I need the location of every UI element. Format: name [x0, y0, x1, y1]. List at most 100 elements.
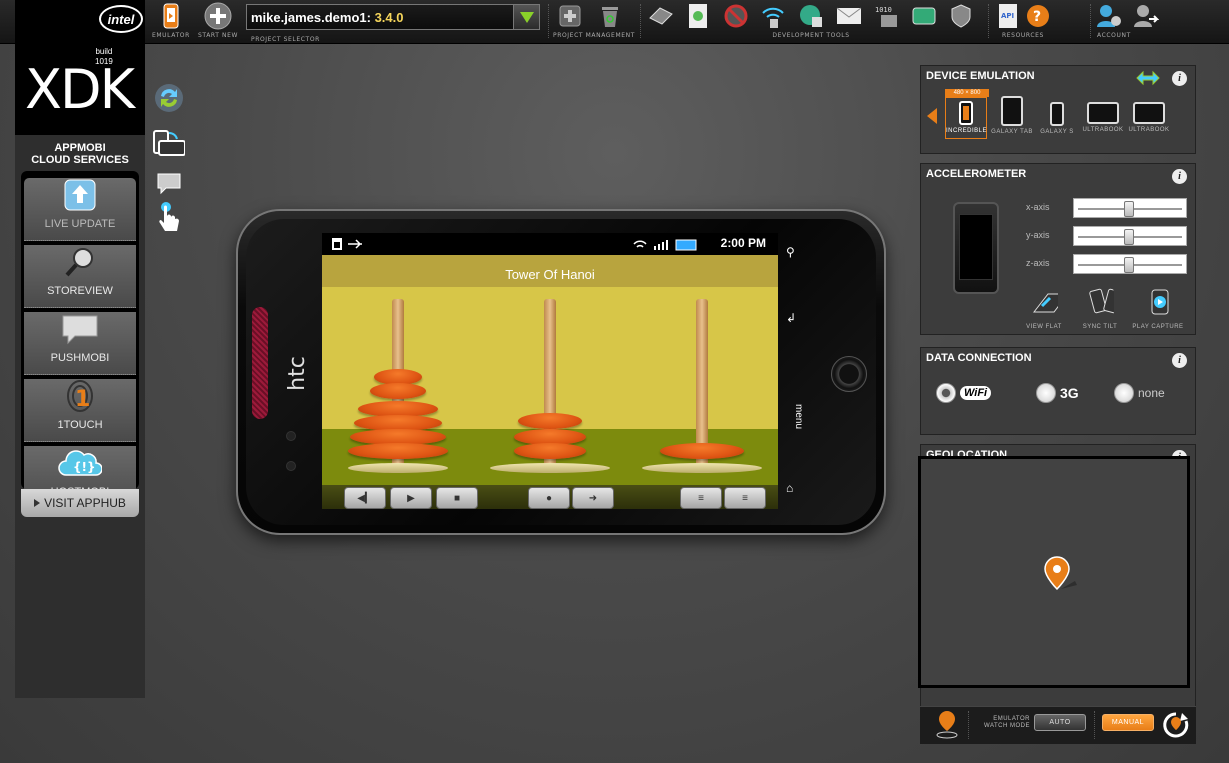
- svg-text:1010: 1010: [875, 6, 892, 14]
- 3g-radio[interactable]: [1036, 383, 1056, 403]
- device-galaxy-s[interactable]: GALAXY S: [1036, 96, 1078, 135]
- device-label: ULTRABOOK: [1082, 127, 1124, 133]
- storeview-item[interactable]: STOREVIEW: [24, 245, 136, 308]
- z-axis-slider[interactable]: [1073, 254, 1187, 274]
- device-incredible[interactable]: INCREDIBLE: [945, 97, 987, 139]
- auto-button[interactable]: AUTO: [1034, 714, 1086, 731]
- android-doc-icon[interactable]: [684, 2, 714, 30]
- project-selector[interactable]: mike.james.demo1: 3.4.0: [246, 4, 540, 30]
- peg-base: [348, 463, 448, 473]
- cloud-icon: {!}: [58, 446, 102, 480]
- build-tool-icon[interactable]: [646, 2, 676, 30]
- device-galaxy-tab[interactable]: GALAXY TAB: [991, 96, 1033, 135]
- slow-button[interactable]: ●: [528, 487, 570, 509]
- disk[interactable]: [660, 443, 744, 459]
- laptop-icon: [1087, 102, 1119, 124]
- 3g-label: 3G: [1060, 385, 1079, 401]
- phone-menu-button[interactable]: menu: [793, 404, 804, 429]
- phone-trackball[interactable]: [831, 356, 867, 392]
- play-capture-icon: [1151, 289, 1169, 315]
- live-update-item[interactable]: LIVE UPDATE: [24, 178, 136, 241]
- disk[interactable]: [370, 383, 426, 399]
- logout-icon[interactable]: [1132, 2, 1160, 30]
- prev-button[interactable]: ◀▎: [344, 487, 386, 509]
- debug-gear-icon[interactable]: [721, 2, 751, 30]
- manual-button[interactable]: MANUAL: [1102, 714, 1154, 731]
- none-option[interactable]: none: [1114, 383, 1165, 403]
- x-axis-slider[interactable]: [1073, 198, 1187, 218]
- device-label: GALAXY TAB: [991, 129, 1033, 135]
- none-radio[interactable]: [1114, 383, 1134, 403]
- 3g-option[interactable]: 3G: [1036, 383, 1079, 403]
- scroll-left-arrow-icon[interactable]: [927, 108, 937, 124]
- message-button[interactable]: [153, 168, 185, 200]
- rotate-phone-icon: [153, 130, 185, 156]
- play-capture-label: PLAY CAPTURE: [1132, 324, 1184, 330]
- phone-screen[interactable]: 2:00 PM Tower Of Hanoi ◀▎ ▶ ■ ● ➜ ≡ ≡: [322, 233, 778, 509]
- visit-apphub-button[interactable]: VISIT APPHUB: [21, 489, 139, 517]
- rotate-device-button[interactable]: [153, 82, 185, 114]
- shield-icon[interactable]: [947, 2, 977, 30]
- wifi-test-icon[interactable]: [759, 2, 789, 30]
- add-project-icon[interactable]: [558, 2, 582, 30]
- phone-home-soft-button[interactable]: ⌂: [786, 481, 793, 495]
- world-sync-icon[interactable]: [796, 2, 826, 30]
- accelerometer-phone-preview[interactable]: [953, 202, 999, 294]
- play-button[interactable]: ▶: [390, 487, 432, 509]
- build-label: build: [95, 47, 113, 56]
- game-controls: ◀▎ ▶ ■ ● ➜ ≡ ≡: [322, 485, 778, 509]
- xdk-logo: XDK: [25, 58, 135, 121]
- disk[interactable]: [514, 443, 586, 459]
- project-dropdown-button[interactable]: [513, 5, 539, 29]
- separator: [968, 711, 969, 739]
- stack-tool-icon[interactable]: [909, 2, 939, 30]
- sync-tilt-button[interactable]: SYNC TILT: [1070, 288, 1130, 330]
- account-settings-icon[interactable]: [1095, 2, 1123, 30]
- fast-button[interactable]: ➜: [572, 487, 614, 509]
- y-axis-slider[interactable]: [1073, 226, 1187, 246]
- info-icon[interactable]: i: [1172, 169, 1187, 184]
- y-axis-label: y-axis: [1026, 230, 1050, 240]
- binary-code-icon[interactable]: 1010: [871, 2, 901, 30]
- geolocation-map[interactable]: [918, 456, 1190, 688]
- swap-orientation-icon[interactable]: [1135, 70, 1161, 91]
- pushmobi-item[interactable]: PUSHMOBI: [24, 312, 136, 375]
- slider-thumb[interactable]: [1124, 201, 1134, 217]
- info-icon[interactable]: i: [1172, 71, 1187, 86]
- phone-search-button[interactable]: ⚲: [786, 245, 795, 259]
- play-capture-button[interactable]: PLAY CAPTURE: [1128, 288, 1188, 330]
- touch-button[interactable]: [153, 202, 185, 234]
- wifi-option[interactable]: WiFi: [936, 383, 992, 403]
- mail-icon[interactable]: [834, 2, 864, 30]
- refresh-location-icon[interactable]: [1162, 711, 1190, 739]
- storeview-label: STOREVIEW: [47, 285, 113, 297]
- wifi-radio[interactable]: [936, 383, 956, 403]
- cloud-services-title: APPMOBI CLOUD SERVICES: [15, 142, 145, 166]
- logo-panel: intel build 1019 XDK: [15, 0, 145, 135]
- sensor-dot: [286, 431, 296, 441]
- disk[interactable]: [518, 413, 582, 429]
- device-label: ULTRABOOK: [1128, 127, 1170, 133]
- device-ultrabook-1[interactable]: ULTRABOOK: [1082, 96, 1124, 133]
- device-ultrabook-2[interactable]: ULTRABOOK: [1128, 96, 1170, 133]
- trash-icon[interactable]: [598, 2, 622, 30]
- info-icon[interactable]: i: [1172, 353, 1187, 368]
- disk-add-button[interactable]: ≡: [680, 487, 722, 509]
- api-doc-icon[interactable]: API: [996, 2, 1020, 30]
- live-update-label: LIVE UPDATE: [44, 218, 116, 230]
- orientation-button[interactable]: [153, 128, 185, 160]
- view-flat-button[interactable]: VIEW FLAT: [1014, 288, 1074, 330]
- help-icon[interactable]: ?: [1026, 2, 1050, 30]
- phone-back-button[interactable]: ↲: [786, 311, 796, 325]
- onetouch-item[interactable]: 1 1TOUCH: [24, 379, 136, 442]
- slider-thumb[interactable]: [1124, 257, 1134, 273]
- start-new-button[interactable]: Start New: [198, 2, 238, 39]
- disk[interactable]: [348, 443, 448, 459]
- stop-button[interactable]: ■: [436, 487, 478, 509]
- disk-remove-button[interactable]: ≡: [724, 487, 766, 509]
- location-target-icon[interactable]: [934, 709, 960, 739]
- none-label: none: [1138, 386, 1165, 400]
- emulator-button[interactable]: Emulator: [152, 2, 190, 39]
- map-pin-icon[interactable]: [1043, 555, 1079, 595]
- slider-thumb[interactable]: [1124, 229, 1134, 245]
